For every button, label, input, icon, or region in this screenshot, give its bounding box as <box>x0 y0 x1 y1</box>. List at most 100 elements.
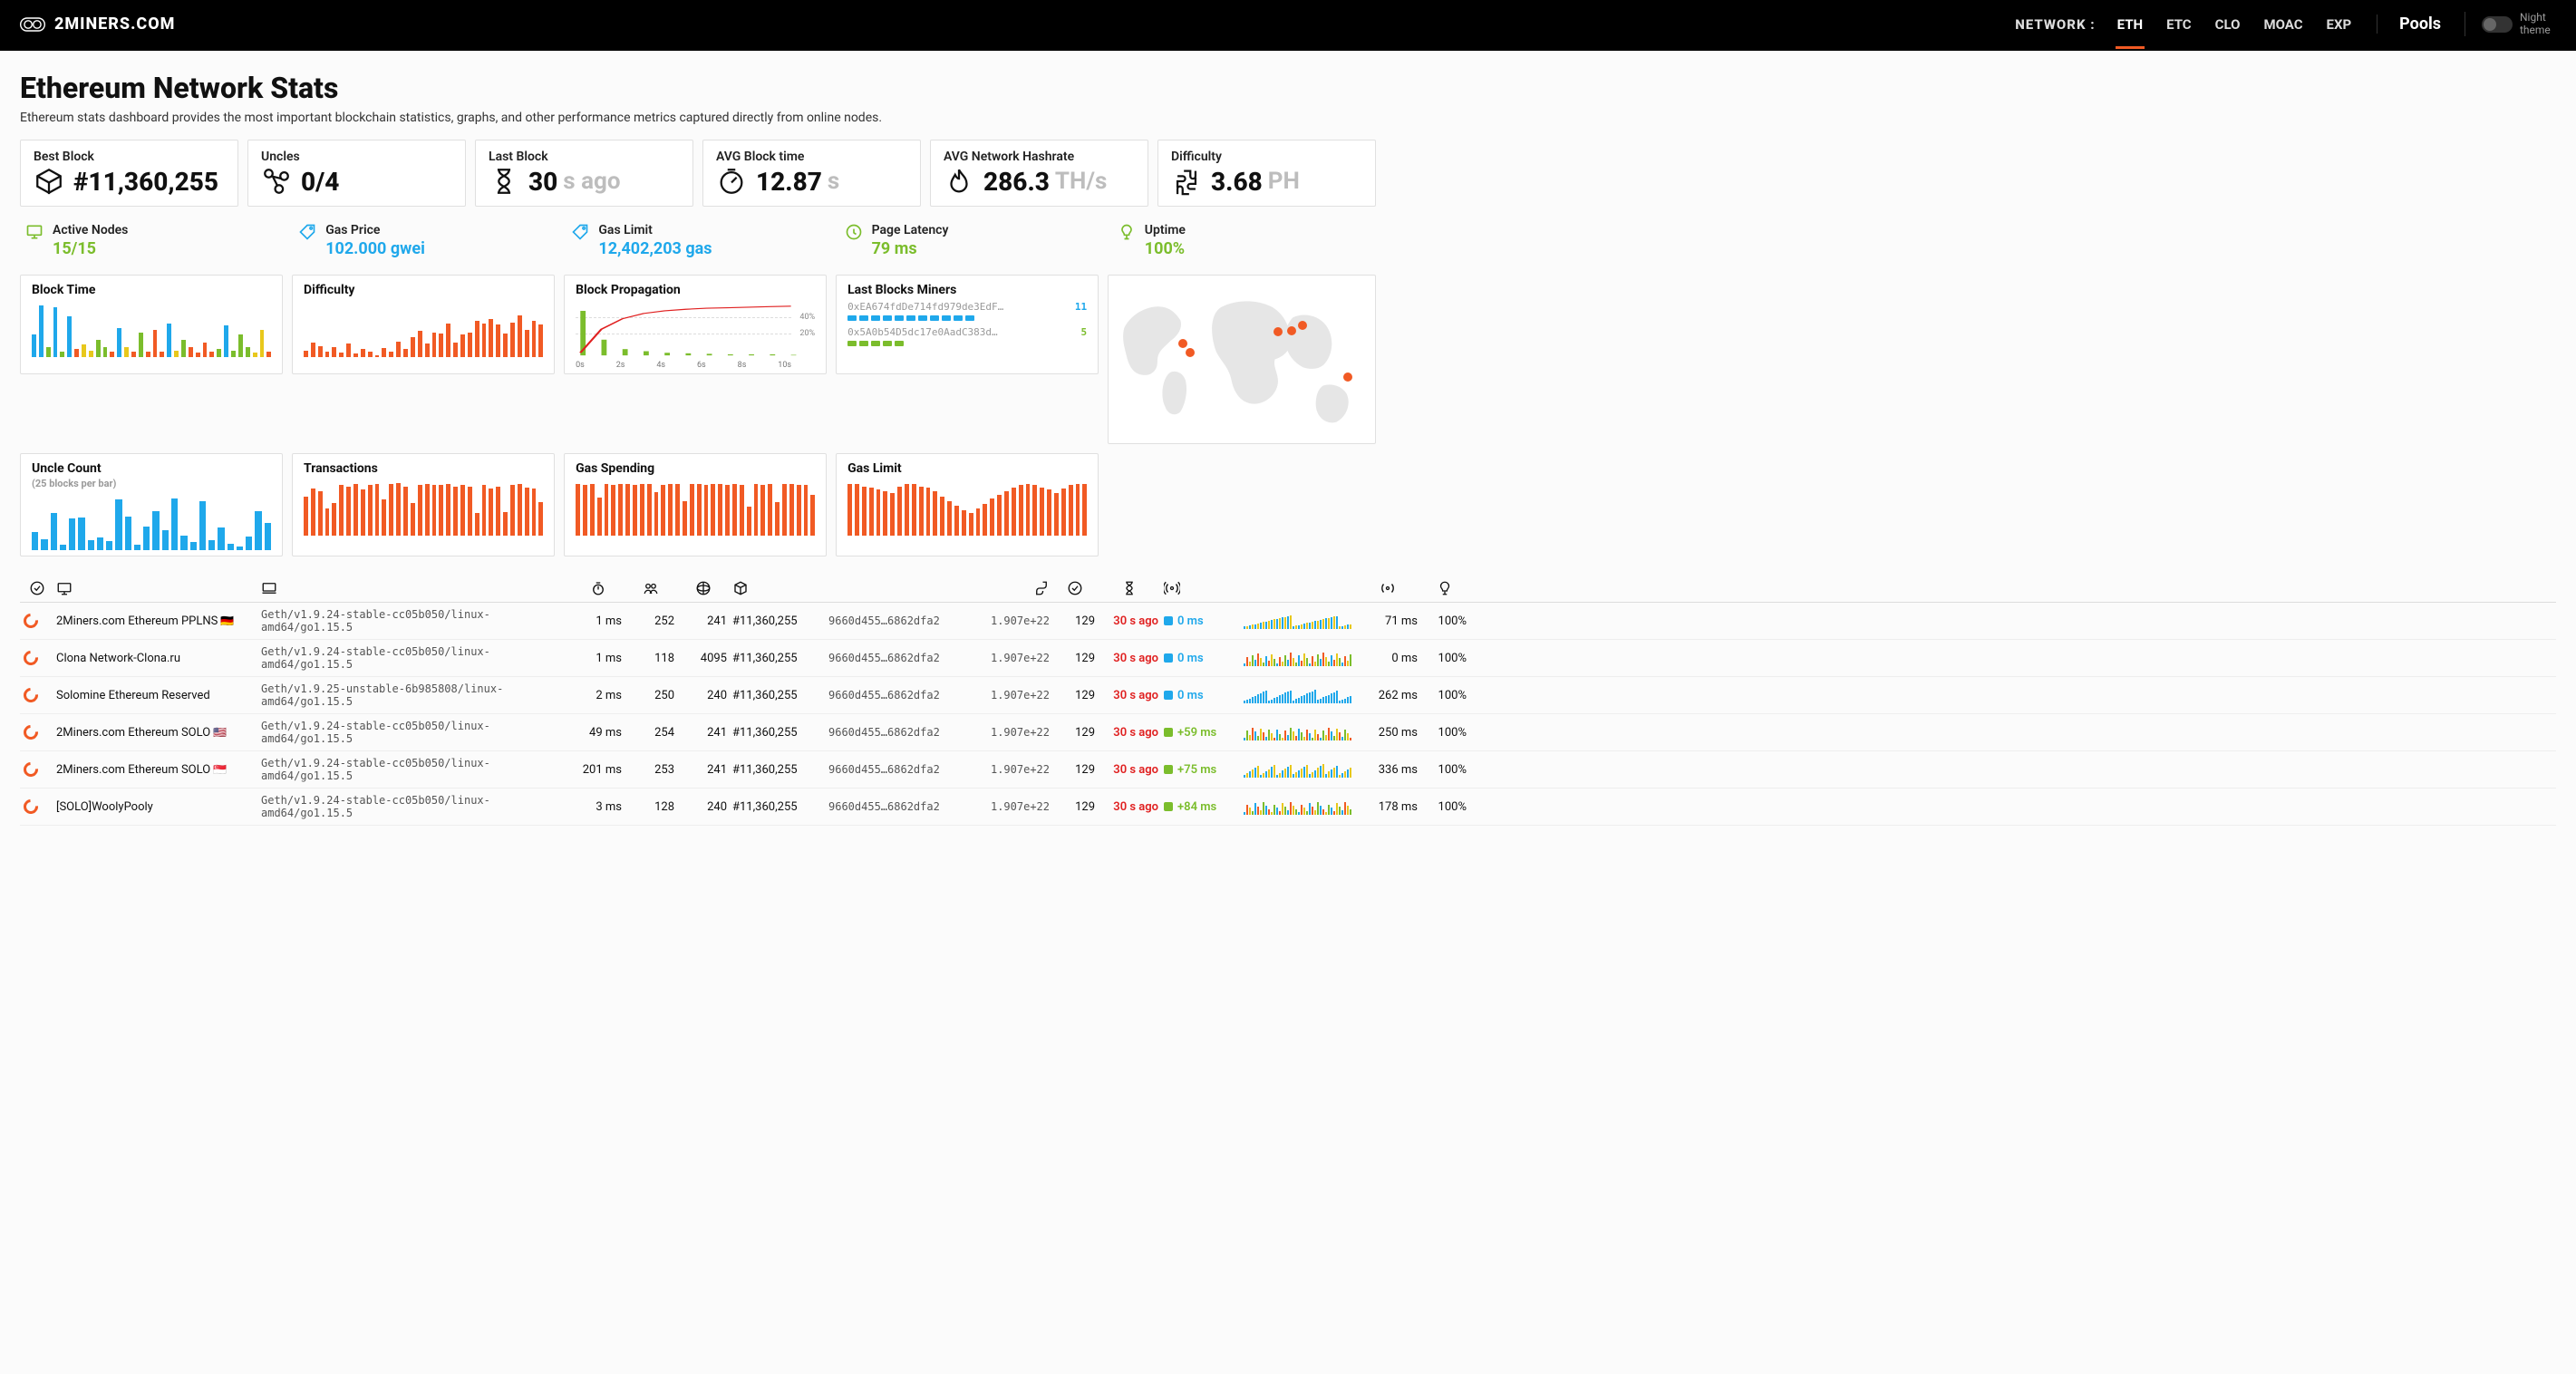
prop-square-icon <box>1164 802 1173 811</box>
col-uptime-icon[interactable] <box>1423 580 1467 596</box>
chart-bar <box>525 488 529 536</box>
sparkline <box>1244 724 1352 740</box>
map-placeholder <box>1108 453 1376 556</box>
chart-bar <box>143 527 150 550</box>
table-row[interactable]: 2Miners.com Ethereum SOLO🇸🇬 Geth/v1.9.24… <box>20 751 2556 789</box>
x-tick: 8s <box>738 361 747 370</box>
chart-bar <box>876 489 881 536</box>
chart-bar <box>633 485 637 536</box>
chart-bar <box>125 517 131 550</box>
stat-card: AVG Block time 12.87 s <box>702 140 921 207</box>
col-latency-icon[interactable] <box>575 580 622 596</box>
chart-label: Gas Limit <box>847 461 1087 476</box>
prop-square-icon <box>1164 691 1173 700</box>
last-block-time: 30 s ago <box>1100 689 1158 702</box>
chart-bar <box>496 324 500 357</box>
chart-bar <box>339 485 344 536</box>
col-avglatency-icon[interactable] <box>1358 580 1418 596</box>
col-block-icon[interactable] <box>732 580 823 596</box>
chart-bar <box>425 484 430 536</box>
col-client-icon[interactable] <box>261 580 569 596</box>
table-row[interactable]: [SOLO]WoolyPooly Geth/v1.9.24-stable-cc0… <box>20 789 2556 826</box>
stat-unit: s <box>828 168 839 195</box>
network-tab-clo[interactable]: CLO <box>2213 0 2242 49</box>
stat-label: AVG Network Hashrate <box>944 150 1135 164</box>
chart-bar <box>209 352 214 357</box>
charts-row-2: Uncle Count(25 blocks per bar) Transacti… <box>20 453 1376 556</box>
client-version: Geth/v1.9.24-stable-cc05b050/linux-amd64… <box>261 608 569 634</box>
chart-bar <box>453 343 458 357</box>
network-tab-eth[interactable]: ETH <box>2116 0 2145 49</box>
chart-bar <box>339 353 344 357</box>
block-propagation-chart: Block Propagation 40%20%0s2s4s6s8s10s <box>564 275 827 374</box>
chart-label: Gas Spending <box>576 461 815 476</box>
table-row[interactable]: 2Miners.com Ethereum SOLO🇺🇸 Geth/v1.9.24… <box>20 714 2556 751</box>
chart-bar <box>990 498 994 536</box>
chart-sublabel: (25 blocks per bar) <box>32 478 116 489</box>
col-diff-icon[interactable] <box>979 580 1050 596</box>
difficulty-chart: Difficulty <box>292 275 555 374</box>
chart-bar <box>411 503 415 536</box>
flame-icon <box>944 166 974 197</box>
chart-bar <box>683 501 687 536</box>
peers-count: 253 <box>627 763 674 777</box>
col-txs-icon[interactable] <box>1055 580 1095 596</box>
page-subtitle: Ethereum stats dashboard provides the mo… <box>20 111 1376 125</box>
col-blktime-icon[interactable] <box>1100 580 1158 596</box>
col-pending-icon[interactable] <box>680 580 727 596</box>
network-tab-moac[interactable]: MOAC <box>2261 0 2304 49</box>
miner-dot <box>906 315 915 321</box>
chart-bar <box>78 518 84 550</box>
col-node-icon[interactable] <box>56 580 256 596</box>
table-row[interactable]: Clona Network-Clona.ru Geth/v1.9.24-stab… <box>20 640 2556 677</box>
node-name: 2Miners.com Ethereum PPLNS🇩🇪 <box>56 614 256 628</box>
chart-bar <box>60 352 64 357</box>
chart-bar <box>418 485 422 536</box>
theme-toggle[interactable]: Night theme <box>2465 12 2556 35</box>
total-diff: 1.907e+22 <box>979 726 1050 739</box>
chart-bar <box>231 351 236 357</box>
stat-label: Uptime <box>1145 223 1186 237</box>
brand-logo[interactable]: 2MINERS.COM <box>20 15 175 34</box>
chart-label: Last Blocks Miners <box>847 283 1087 297</box>
chart-bar <box>576 484 580 536</box>
map-pin <box>1298 321 1307 330</box>
col-peers-icon[interactable] <box>627 580 674 596</box>
col-prop-icon[interactable] <box>1164 580 1238 596</box>
chart-bar <box>171 498 178 550</box>
chart-bar <box>475 513 479 536</box>
node-name: Clona Network-Clona.ru <box>56 652 256 665</box>
chart-bar <box>597 498 602 536</box>
pools-link[interactable]: Pools <box>2377 15 2441 34</box>
network-tab-exp[interactable]: EXP <box>2325 0 2354 49</box>
col-status-icon[interactable] <box>24 580 51 596</box>
client-version: Geth/v1.9.24-stable-cc05b050/linux-amd64… <box>261 720 569 745</box>
chart-bar <box>425 344 430 357</box>
miner-dot <box>930 315 939 321</box>
chart-bar <box>382 499 386 536</box>
miner-dot <box>847 315 857 321</box>
clock-icon <box>845 223 863 258</box>
chart-bar <box>768 484 772 536</box>
nodes-map <box>1108 275 1376 444</box>
stat-label: Uncles <box>261 150 452 164</box>
transactions-chart: Transactions <box>292 453 555 556</box>
miner-row[interactable]: 0x5A0b54D5dc17e0AadC383d…5 <box>847 326 1087 338</box>
avg-propagation: 0 ms <box>1358 652 1418 665</box>
stat-card: Uncles 0/4 <box>247 140 466 207</box>
chart-label: Difficulty <box>304 283 543 297</box>
chart-bar <box>51 513 57 550</box>
table-row[interactable]: Solomine Ethereum Reserved Geth/v1.9.25-… <box>20 677 2556 714</box>
stat-value: 100% <box>1145 239 1186 258</box>
last-block-time: 30 s ago <box>1100 800 1158 814</box>
best-block: #11,360,255 <box>732 800 823 814</box>
last-block-time: 30 s ago <box>1100 614 1158 628</box>
miner-row[interactable]: 0xEA674fdDe714fd979de3EdF…11 <box>847 301 1087 313</box>
chart-bar <box>389 484 393 536</box>
table-row[interactable]: 2Miners.com Ethereum PPLNS🇩🇪 Geth/v1.9.2… <box>20 603 2556 640</box>
stat-label: Page Latency <box>872 223 949 237</box>
last-blocks-miners: Last Blocks Miners 0xEA674fdDe714fd979de… <box>836 275 1099 374</box>
chart-bar <box>983 504 987 536</box>
network-tab-etc[interactable]: ETC <box>2164 0 2193 49</box>
chart-bar <box>439 485 443 536</box>
